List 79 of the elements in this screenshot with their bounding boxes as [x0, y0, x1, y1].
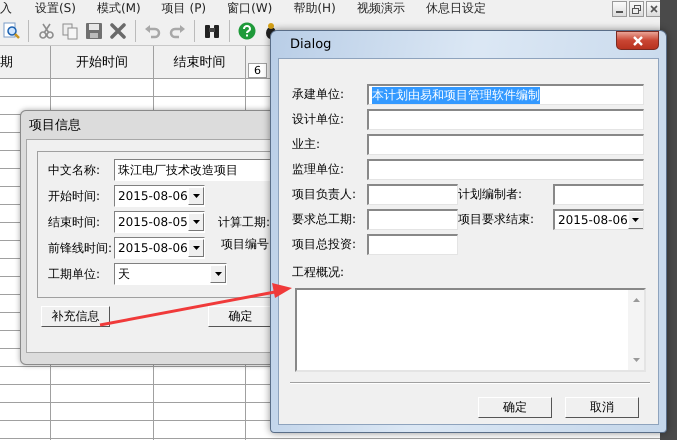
restore-icon: [632, 4, 641, 14]
menu-item[interactable]: 模式(M): [96, 0, 148, 17]
menu-item[interactable]: 休息日设定: [426, 0, 493, 17]
caret-icon: [192, 246, 200, 250]
field-label: 计划编制者:: [458, 186, 524, 203]
cut-icon[interactable]: [37, 22, 55, 40]
text-field[interactable]: [367, 134, 644, 155]
caret-icon: [214, 272, 222, 276]
scroll-down-icon[interactable]: [632, 358, 640, 362]
menu-item[interactable]: 帮助(H): [293, 0, 343, 17]
field-label: 前锋线时间:: [48, 240, 114, 256]
scroll-up-icon[interactable]: [632, 298, 640, 302]
caret-icon: [192, 194, 200, 198]
window-title: Dialog: [290, 37, 332, 52]
field-label: 中文名称:: [48, 162, 102, 178]
field-label: 项目编号: [221, 236, 270, 252]
close-icon: [650, 5, 658, 13]
undo-icon[interactable]: [144, 22, 162, 40]
caret-icon: [632, 218, 640, 222]
scrollbar[interactable]: [628, 290, 644, 370]
dropdown-button[interactable]: [188, 239, 204, 257]
redo-icon[interactable]: [168, 22, 186, 40]
field-label: 要求总工期:: [292, 211, 358, 228]
help-icon[interactable]: [238, 22, 256, 40]
menu-item[interactable]: 设置(S): [35, 0, 83, 17]
menu-item[interactable]: 视频演示: [356, 0, 412, 17]
close-icon: [632, 36, 644, 46]
restore-button[interactable]: [629, 1, 644, 17]
dropdown-button[interactable]: [188, 213, 204, 231]
field-label: 结束时间:: [48, 214, 102, 230]
field-label: 项目要求结束:: [458, 211, 536, 228]
field-label: 开始时间:: [48, 188, 102, 204]
field-label: 工程概况:: [292, 264, 346, 281]
column-header[interactable]: 开始时间: [51, 46, 153, 79]
text-field[interactable]: [367, 109, 644, 130]
text-field[interactable]: [553, 184, 644, 205]
date-picker[interactable]: 2015-08-05: [114, 211, 205, 233]
date-picker[interactable]: 2015-08-06: [114, 185, 205, 207]
column-header[interactable]: 结束时间: [154, 46, 245, 79]
field-label: 设计单位:: [292, 111, 346, 128]
date-picker[interactable]: 2015-08-06: [553, 209, 644, 230]
menu-item[interactable]: 项目 (P): [162, 0, 214, 17]
minimize-button[interactable]: [612, 1, 627, 17]
window-title: 项目信息: [28, 117, 82, 135]
timescale-label: 6: [248, 63, 267, 78]
column-header[interactable]: 期: [0, 46, 50, 79]
date-picker[interactable]: 2015-08-06: [114, 237, 205, 259]
field-value: 本计划由易和项目管理软件编制: [372, 86, 540, 104]
field-label: 业主:: [292, 136, 322, 153]
field-label: 工期单位:: [48, 266, 102, 282]
text-field[interactable]: [367, 184, 458, 205]
dialog-button[interactable]: 确定: [478, 397, 552, 418]
text-field[interactable]: [367, 234, 458, 255]
print-preview-icon[interactable]: [2, 22, 20, 40]
dialog-button[interactable]: 确定: [208, 306, 273, 327]
close-button[interactable]: [646, 1, 661, 17]
field-label: 项目负责人:: [292, 186, 358, 203]
delete-icon[interactable]: [109, 22, 127, 40]
text-area[interactable]: [295, 288, 646, 372]
save-icon[interactable]: [85, 22, 103, 40]
dialog-button[interactable]: 补充信息: [41, 306, 110, 327]
field-label: 计算工期:: [218, 214, 272, 230]
dropdown-field[interactable]: 天: [114, 263, 227, 285]
copy-icon[interactable]: [61, 22, 79, 40]
text-field[interactable]: [367, 159, 644, 180]
caret-icon: [192, 220, 200, 224]
field-label: 项目总投资:: [292, 236, 358, 253]
dropdown-button[interactable]: [210, 265, 226, 283]
field-label: 承建单位:: [292, 86, 346, 103]
close-button[interactable]: [616, 31, 659, 50]
dropdown-button[interactable]: [628, 211, 643, 229]
menu-item[interactable]: 入: [0, 0, 19, 17]
dialog-button[interactable]: 取消: [565, 397, 639, 418]
field-label: 监理单位:: [292, 161, 346, 178]
binoculars-icon[interactable]: [203, 22, 221, 40]
menu-item[interactable]: 窗口(W): [227, 0, 280, 17]
field-value: 2015-08-06: [558, 213, 628, 227]
text-field[interactable]: [367, 209, 458, 230]
dropdown-button[interactable]: [188, 187, 204, 205]
